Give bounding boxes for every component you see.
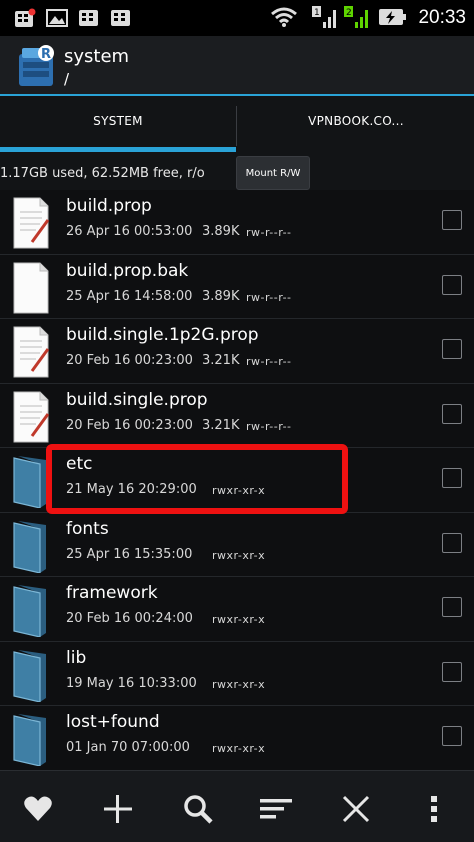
file-row[interactable]: build.prop 26 Apr 16 00:53:00 3.89K rw-r--r…: [0, 190, 474, 255]
file-name: lost+found: [66, 712, 160, 732]
file-date: 26 Apr 16 00:53:00: [66, 224, 193, 239]
file-name: build.prop.bak: [66, 260, 189, 281]
text-file-icon: [10, 325, 52, 379]
file-name: build.single.prop: [66, 389, 208, 410]
selection-highlight: [46, 444, 348, 514]
file-date: 25 Apr 16 15:35:00: [66, 546, 193, 562]
file-date: 20 Feb 16 00:23:00: [66, 417, 193, 433]
wifi-icon: [271, 7, 297, 27]
tab-system[interactable]: SYSTEM: [0, 96, 236, 152]
file-row[interactable]: build.prop.bak 25 Apr 16 14:58:00 3.89K rw-…: [0, 255, 474, 319]
select-checkbox[interactable]: [442, 661, 462, 682]
file-size: 3.21K: [202, 353, 240, 368]
text-file-icon: [10, 196, 52, 250]
file-name: build.prop: [66, 196, 152, 216]
text-file-icon: [10, 390, 52, 444]
bbm-notification-icon: [15, 8, 36, 27]
add-icon[interactable]: [102, 793, 134, 825]
file-name: build.single.1p2G.prop: [66, 325, 259, 345]
app-bar: R system /: [0, 36, 474, 96]
file-size: 3.89K: [202, 224, 240, 239]
file-permissions: rwxr-xr-x: [212, 677, 266, 691]
file-permissions: rwxr-xr-x: [212, 613, 266, 626]
status-bar: 1 2 20:33: [0, 0, 474, 36]
select-checkbox[interactable]: [442, 274, 462, 295]
file-date: 25 Apr 16 14:58:00: [66, 288, 193, 304]
select-checkbox[interactable]: [442, 597, 462, 617]
mount-rw-button[interactable]: Mount R/W: [236, 156, 310, 190]
file-date: 20 Feb 16 00:23:00: [66, 353, 193, 368]
current-path: /: [64, 70, 70, 88]
file-row[interactable]: build.single.1p2G.prop 20 Feb 16 00:23:00…: [0, 319, 474, 384]
sort-icon[interactable]: [260, 793, 292, 825]
storage-info: 1.17GB used, 62.52MB free, r/o: [0, 166, 205, 181]
file-permissions: rw-r--r--: [246, 419, 292, 433]
file-size: 3.89K: [202, 288, 240, 304]
bottom-toolbar: [0, 770, 474, 842]
file-date: 01 Jan 70 07:00:00: [66, 740, 190, 755]
folder-icon: [10, 583, 52, 638]
close-icon[interactable]: [340, 793, 372, 825]
heart-icon[interactable]: [22, 793, 54, 825]
select-checkbox[interactable]: [442, 468, 462, 488]
select-checkbox[interactable]: [442, 210, 462, 230]
file-size: 3.21K: [202, 417, 240, 433]
battery-charging-icon: [379, 9, 406, 25]
file-row[interactable]: lib 19 May 16 10:33:00 rwxr-xr-x: [0, 642, 474, 706]
select-checkbox[interactable]: [442, 726, 462, 746]
file-name: lib: [66, 647, 87, 668]
file-row[interactable]: framework 20 Feb 16 00:24:00 rwxr-xr-x: [0, 577, 474, 642]
file-permissions: rw-r--r--: [246, 355, 292, 368]
tab-divider: [236, 106, 237, 146]
file-date: 19 May 16 10:33:00: [66, 675, 197, 691]
select-checkbox[interactable]: [442, 339, 462, 359]
svg-text:R: R: [41, 47, 51, 62]
overflow-menu-icon[interactable]: [418, 793, 450, 825]
bbm-icon: [79, 10, 98, 26]
file-row[interactable]: build.single.prop 20 Feb 16 00:23:00 3.21K…: [0, 384, 474, 448]
tab-vpnbook[interactable]: VPNBOOK.CO...: [238, 96, 474, 152]
folder-icon: [10, 712, 52, 767]
sim1-signal-icon: 1: [312, 6, 336, 28]
folder-icon: [10, 648, 52, 703]
clock: 20:33: [418, 7, 466, 28]
page-title: system: [64, 46, 130, 67]
file-row[interactable]: fonts 25 Apr 16 15:35:00 rwxr-xr-x: [0, 513, 474, 577]
file-icon: [10, 261, 52, 315]
sim2-signal-icon: 2: [344, 6, 368, 28]
search-icon[interactable]: [182, 793, 214, 825]
file-permissions: rw-r--r--: [246, 226, 292, 239]
root-explorer-icon[interactable]: R: [16, 44, 56, 88]
svg-text:2: 2: [346, 8, 352, 18]
select-checkbox[interactable]: [442, 403, 462, 424]
file-permissions: rwxr-xr-x: [212, 742, 266, 755]
folder-icon: [10, 519, 52, 574]
file-row[interactable]: lost+found 01 Jan 70 07:00:00 rwxr-xr-x: [0, 706, 474, 770]
file-name: fonts: [66, 518, 109, 539]
file-permissions: rw-r--r--: [246, 290, 292, 304]
file-date: 20 Feb 16 00:24:00: [66, 611, 193, 626]
tab-bar: SYSTEM VPNBOOK.CO...: [0, 96, 474, 152]
file-permissions: rwxr-xr-x: [212, 548, 266, 562]
bbm-icon: [111, 10, 130, 26]
select-checkbox[interactable]: [442, 532, 462, 553]
svg-text:1: 1: [314, 8, 320, 18]
gallery-icon: [46, 9, 68, 27]
file-name: framework: [66, 583, 158, 603]
